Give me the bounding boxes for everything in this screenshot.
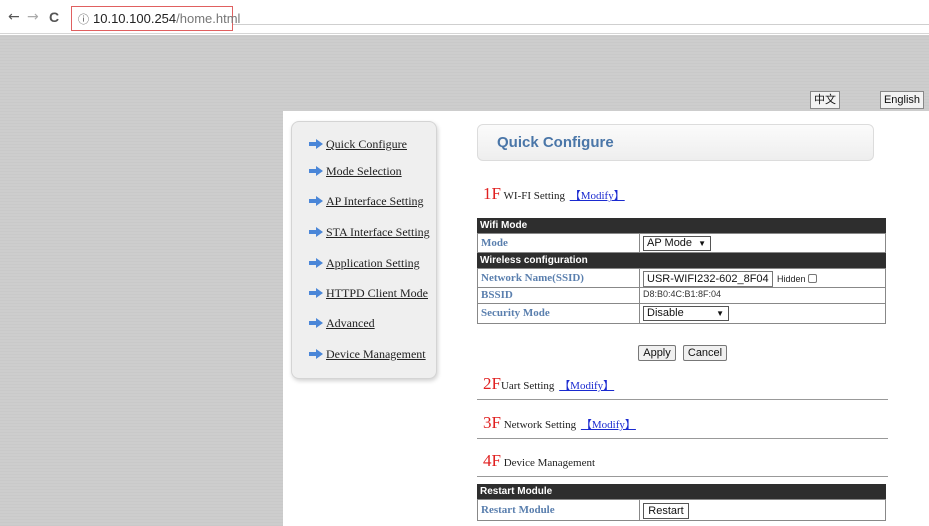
- security-mode-select[interactable]: Disable ▼: [643, 306, 729, 321]
- forward-icon[interactable]: →: [27, 9, 39, 25]
- sidebar-item-label: Mode Selection: [326, 164, 402, 178]
- arrow-right-icon: [309, 196, 323, 206]
- mode-select[interactable]: AP Mode ▼: [643, 236, 711, 251]
- sidebar-item-label: Advanced: [326, 316, 375, 330]
- ssid-input[interactable]: USR-WIFI232-602_8F04: [643, 271, 773, 287]
- bssid-row: BSSID D8:B0:4C:B1:8F:04: [477, 288, 886, 304]
- site-info-icon[interactable]: ⓘ: [78, 14, 89, 26]
- sidebar-item-ap-interface-setting[interactable]: AP Interface Setting: [309, 194, 424, 210]
- section-divider: [477, 476, 888, 477]
- arrow-right-icon: [309, 139, 323, 149]
- restart-module-header: Restart Module: [477, 484, 886, 499]
- section-label: Uart Setting: [500, 380, 555, 392]
- modify-network-link[interactable]: 【Modify】: [581, 419, 636, 431]
- mode-row: Mode AP Mode ▼: [477, 233, 886, 253]
- restart-button[interactable]: Restart: [643, 503, 689, 519]
- chevron-down-icon: ▼: [698, 239, 706, 248]
- sidebar-item-quick-configure[interactable]: Quick Configure: [309, 137, 407, 153]
- arrow-right-icon: [309, 166, 323, 176]
- sidebar-item-device-management[interactable]: Device Management: [309, 347, 426, 363]
- arrow-right-icon: [309, 318, 323, 328]
- sidebar-item-label: Quick Configure: [326, 137, 407, 151]
- browser-toolbar: ← → C ⓘ 10.10.100.254/home.html: [0, 0, 929, 34]
- section-label: Device Management: [503, 457, 596, 469]
- sidebar-item-label: STA Interface Setting: [326, 225, 430, 239]
- url-host: 10.10.100.254: [93, 11, 177, 26]
- ssid-label: Network Name(SSID): [481, 272, 584, 284]
- restart-row: Restart Module Restart: [477, 499, 886, 521]
- restart-table: Restart Module Restart Module Restart: [477, 484, 886, 521]
- section-uart-setting: 2FUart Setting 【Modify】: [483, 374, 614, 394]
- security-row: Security Mode Disable ▼: [477, 304, 886, 324]
- wifi-table: Wifi Mode Mode AP Mode ▼ Wireless configu…: [477, 218, 886, 324]
- ssid-row: Network Name(SSID) USR-WIFI232-602_8F04 H…: [477, 268, 886, 288]
- sidebar: Quick Configure Mode Selection AP Interf…: [291, 121, 437, 379]
- arrow-right-icon: [309, 288, 323, 298]
- cell-divider: [639, 288, 640, 303]
- section-number: 3F: [483, 413, 501, 432]
- sidebar-item-label: Device Management: [326, 347, 426, 361]
- page-title: Quick Configure: [497, 134, 614, 151]
- arrow-right-icon: [309, 349, 323, 359]
- hidden-checkbox[interactable]: [807, 274, 817, 283]
- section-divider: [477, 438, 888, 439]
- bssid-label: BSSID: [481, 289, 513, 301]
- bssid-value: D8:B0:4C:B1:8F:04: [643, 289, 722, 299]
- reload-icon[interactable]: C: [49, 9, 59, 25]
- sidebar-item-sta-interface-setting[interactable]: STA Interface Setting: [309, 225, 430, 241]
- back-icon[interactable]: ←: [8, 9, 20, 25]
- section-number: 4F: [483, 451, 501, 470]
- sidebar-item-httpd-client-mode[interactable]: HTTPD Client Mode: [309, 286, 428, 302]
- restart-module-label: Restart Module: [481, 504, 555, 516]
- arrow-right-icon: [309, 258, 323, 268]
- url-path: /home.html: [176, 11, 241, 26]
- section-device-management: 4F Device Management: [483, 451, 595, 471]
- arrow-right-icon: [309, 227, 323, 237]
- address-bar[interactable]: ⓘ 10.10.100.254/home.html: [71, 6, 240, 31]
- modify-wifi-link[interactable]: 【Modify】: [570, 190, 625, 202]
- wireless-config-header: Wireless configuration: [477, 253, 886, 268]
- chevron-down-icon: ▼: [716, 309, 724, 318]
- security-mode-label: Security Mode: [481, 307, 550, 319]
- sidebar-item-label: HTTPD Client Mode: [326, 286, 428, 300]
- section-wifi-setting: 1F WI-FI Setting 【Modify】: [483, 184, 625, 204]
- wifi-mode-header: Wifi Mode: [477, 218, 886, 233]
- sidebar-item-mode-selection[interactable]: Mode Selection: [309, 164, 402, 180]
- section-label: Network Setting: [503, 419, 577, 431]
- cancel-button[interactable]: Cancel: [683, 345, 727, 361]
- apply-button[interactable]: Apply: [638, 345, 676, 361]
- section-number: 2F: [483, 374, 501, 393]
- cell-divider: [639, 500, 640, 520]
- security-select-value: Disable: [647, 307, 684, 319]
- section-number: 1F: [483, 184, 501, 203]
- modify-uart-link[interactable]: 【Modify】: [559, 380, 614, 392]
- page-title-box: Quick Configure: [477, 124, 874, 161]
- sidebar-item-advanced[interactable]: Advanced: [309, 316, 375, 332]
- section-label: WI-FI Setting: [503, 190, 565, 202]
- toolbar-divider: [233, 24, 929, 25]
- mode-label: Mode: [481, 237, 508, 249]
- section-divider: [477, 399, 888, 400]
- cell-divider: [639, 269, 640, 287]
- sidebar-item-label: Application Setting: [326, 256, 420, 270]
- sidebar-item-application-setting[interactable]: Application Setting: [309, 256, 420, 272]
- cell-divider: [639, 234, 640, 252]
- cell-divider: [639, 304, 640, 323]
- sidebar-item-label: AP Interface Setting: [326, 194, 424, 208]
- english-language-button[interactable]: English: [880, 91, 924, 109]
- hidden-label: Hidden: [777, 274, 806, 284]
- section-network-setting: 3F Network Setting 【Modify】: [483, 413, 636, 433]
- mode-select-value: AP Mode: [647, 237, 693, 249]
- chinese-language-button[interactable]: 中文: [810, 91, 840, 109]
